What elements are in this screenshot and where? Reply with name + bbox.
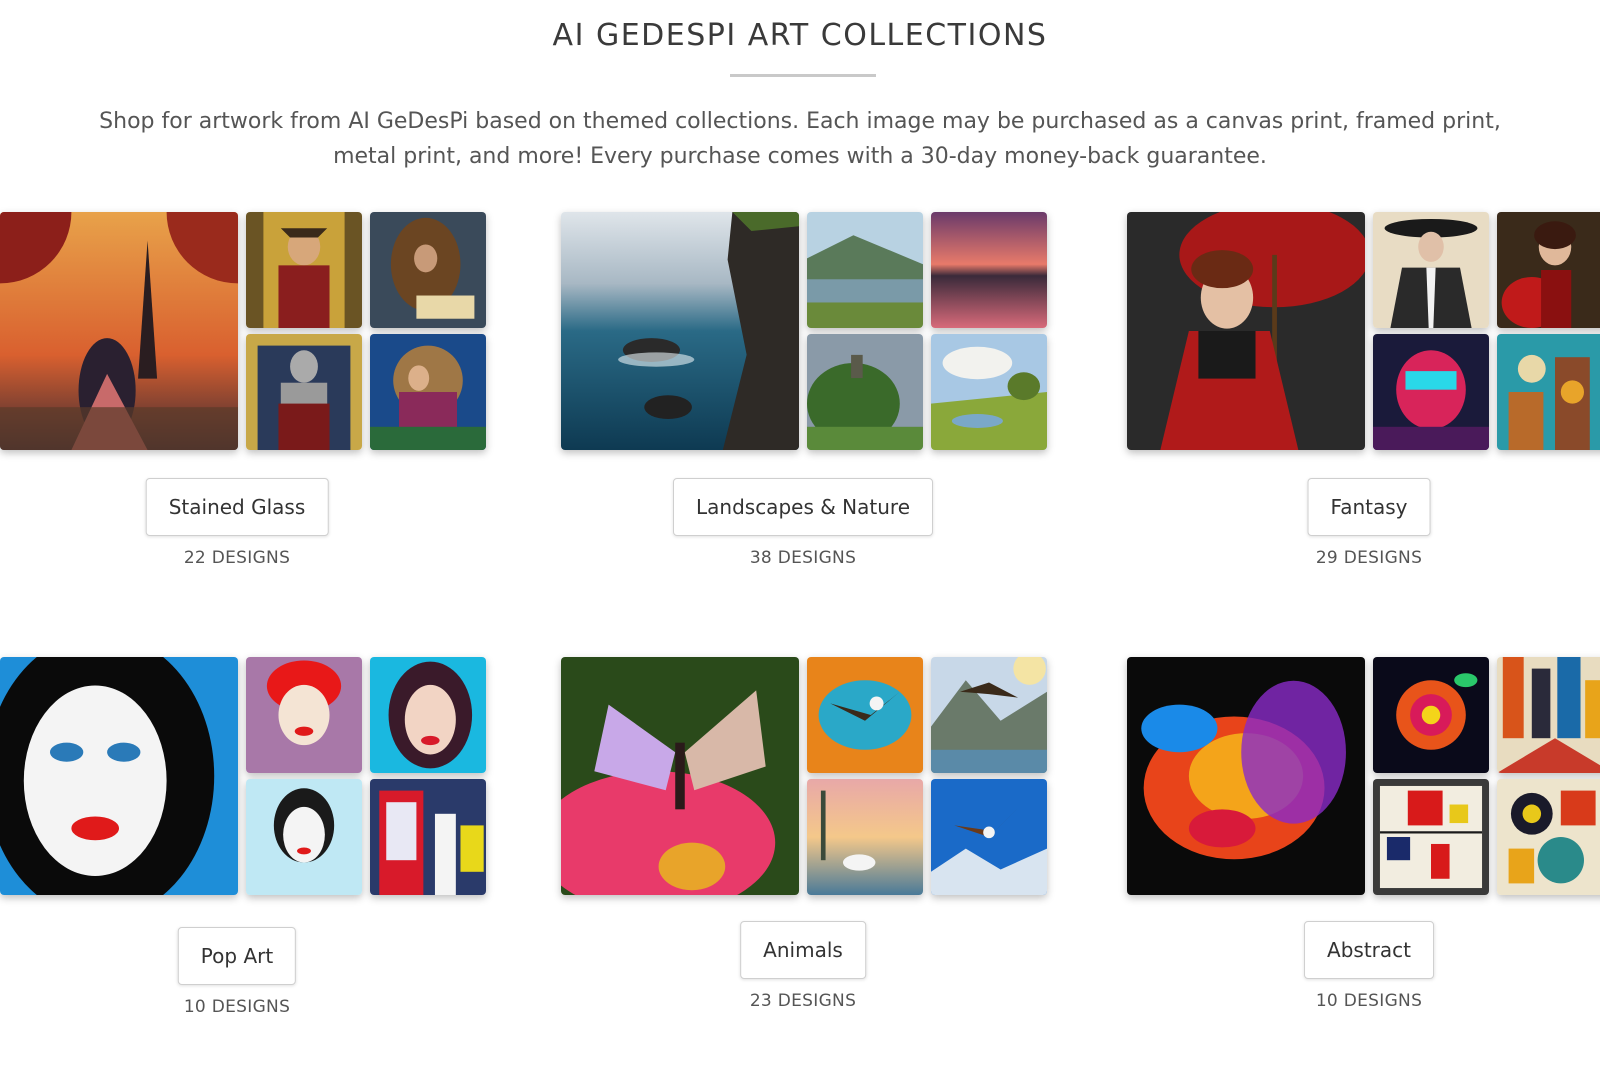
artwork-thumbnail[interactable] <box>1497 657 1600 773</box>
intro-text: Shop for artwork from AI GeDesPi based o… <box>99 109 1501 169</box>
artwork-thumbnail[interactable] <box>807 212 923 328</box>
design-count: 23 DESIGNS <box>749 991 857 1011</box>
artwork-thumbnail[interactable] <box>931 334 1047 450</box>
artwork-thumbnail[interactable] <box>1373 657 1489 773</box>
artwork-thumbnail[interactable] <box>931 779 1047 895</box>
artwork-thumbnail[interactable] <box>561 212 799 450</box>
artwork-thumbnail[interactable] <box>246 779 362 895</box>
collections-page: AI GEDESPI ART COLLECTIONS Shop for artw… <box>0 0 1600 1066</box>
collection-animals: Animals 23 DESIGNS <box>561 657 1047 1027</box>
artwork-thumbnail[interactable] <box>1497 212 1600 328</box>
collection-collage[interactable] <box>0 212 486 452</box>
page-title: AI GEDESPI ART COLLECTIONS <box>552 18 1048 53</box>
design-count: 10 DESIGNS <box>183 997 291 1017</box>
collection-fantasy: Fantasy 29 DESIGNS <box>1127 212 1600 582</box>
artwork-thumbnail[interactable] <box>246 334 362 450</box>
collection-abstract: Abstract 10 DESIGNS <box>1127 657 1600 1027</box>
design-count: 22 DESIGNS <box>183 548 291 568</box>
collection-collage[interactable] <box>561 212 1047 452</box>
artwork-thumbnail[interactable] <box>370 657 486 773</box>
design-count: 38 DESIGNS <box>749 548 857 568</box>
collection-landscapes-nature: Landscapes & Nature 38 DESIGNS <box>561 212 1047 582</box>
collection-collage[interactable] <box>1127 657 1600 897</box>
artwork-thumbnail[interactable] <box>1497 334 1600 450</box>
artwork-thumbnail[interactable] <box>931 657 1047 773</box>
artwork-thumbnail[interactable] <box>807 334 923 450</box>
artwork-thumbnail[interactable] <box>246 657 362 773</box>
title-divider <box>730 74 876 77</box>
artwork-thumbnail[interactable] <box>1373 334 1489 450</box>
collection-pop-art: Pop Art 10 DESIGNS <box>0 657 486 1027</box>
artwork-thumbnail[interactable] <box>0 657 238 895</box>
collection-button[interactable]: Stained Glass <box>145 478 329 536</box>
artwork-thumbnail[interactable] <box>931 212 1047 328</box>
artwork-thumbnail[interactable] <box>561 657 799 895</box>
collection-button[interactable]: Pop Art <box>177 927 297 985</box>
collection-button[interactable]: Abstract <box>1304 921 1434 979</box>
artwork-thumbnail[interactable] <box>246 212 362 328</box>
collection-button[interactable]: Fantasy <box>1307 478 1431 536</box>
design-count: 10 DESIGNS <box>1315 991 1423 1011</box>
collection-collage[interactable] <box>561 657 1047 897</box>
artwork-thumbnail[interactable] <box>807 657 923 773</box>
artwork-thumbnail[interactable] <box>1373 779 1489 895</box>
design-count: 29 DESIGNS <box>1315 548 1423 568</box>
artwork-thumbnail[interactable] <box>370 779 486 895</box>
artwork-thumbnail[interactable] <box>370 212 486 328</box>
collection-collage[interactable] <box>0 657 486 897</box>
artwork-thumbnail[interactable] <box>0 212 238 450</box>
collection-button[interactable]: Landscapes & Nature <box>673 478 933 536</box>
collection-collage[interactable] <box>1127 212 1600 452</box>
artwork-thumbnail[interactable] <box>1497 779 1600 895</box>
artwork-thumbnail[interactable] <box>807 779 923 895</box>
artwork-thumbnail[interactable] <box>370 334 486 450</box>
collection-stained-glass: Stained Glass 22 DESIGNS <box>0 212 486 582</box>
artwork-thumbnail[interactable] <box>1127 657 1365 895</box>
artwork-thumbnail[interactable] <box>1127 212 1365 450</box>
artwork-thumbnail[interactable] <box>1373 212 1489 328</box>
collection-button[interactable]: Animals <box>740 921 866 979</box>
